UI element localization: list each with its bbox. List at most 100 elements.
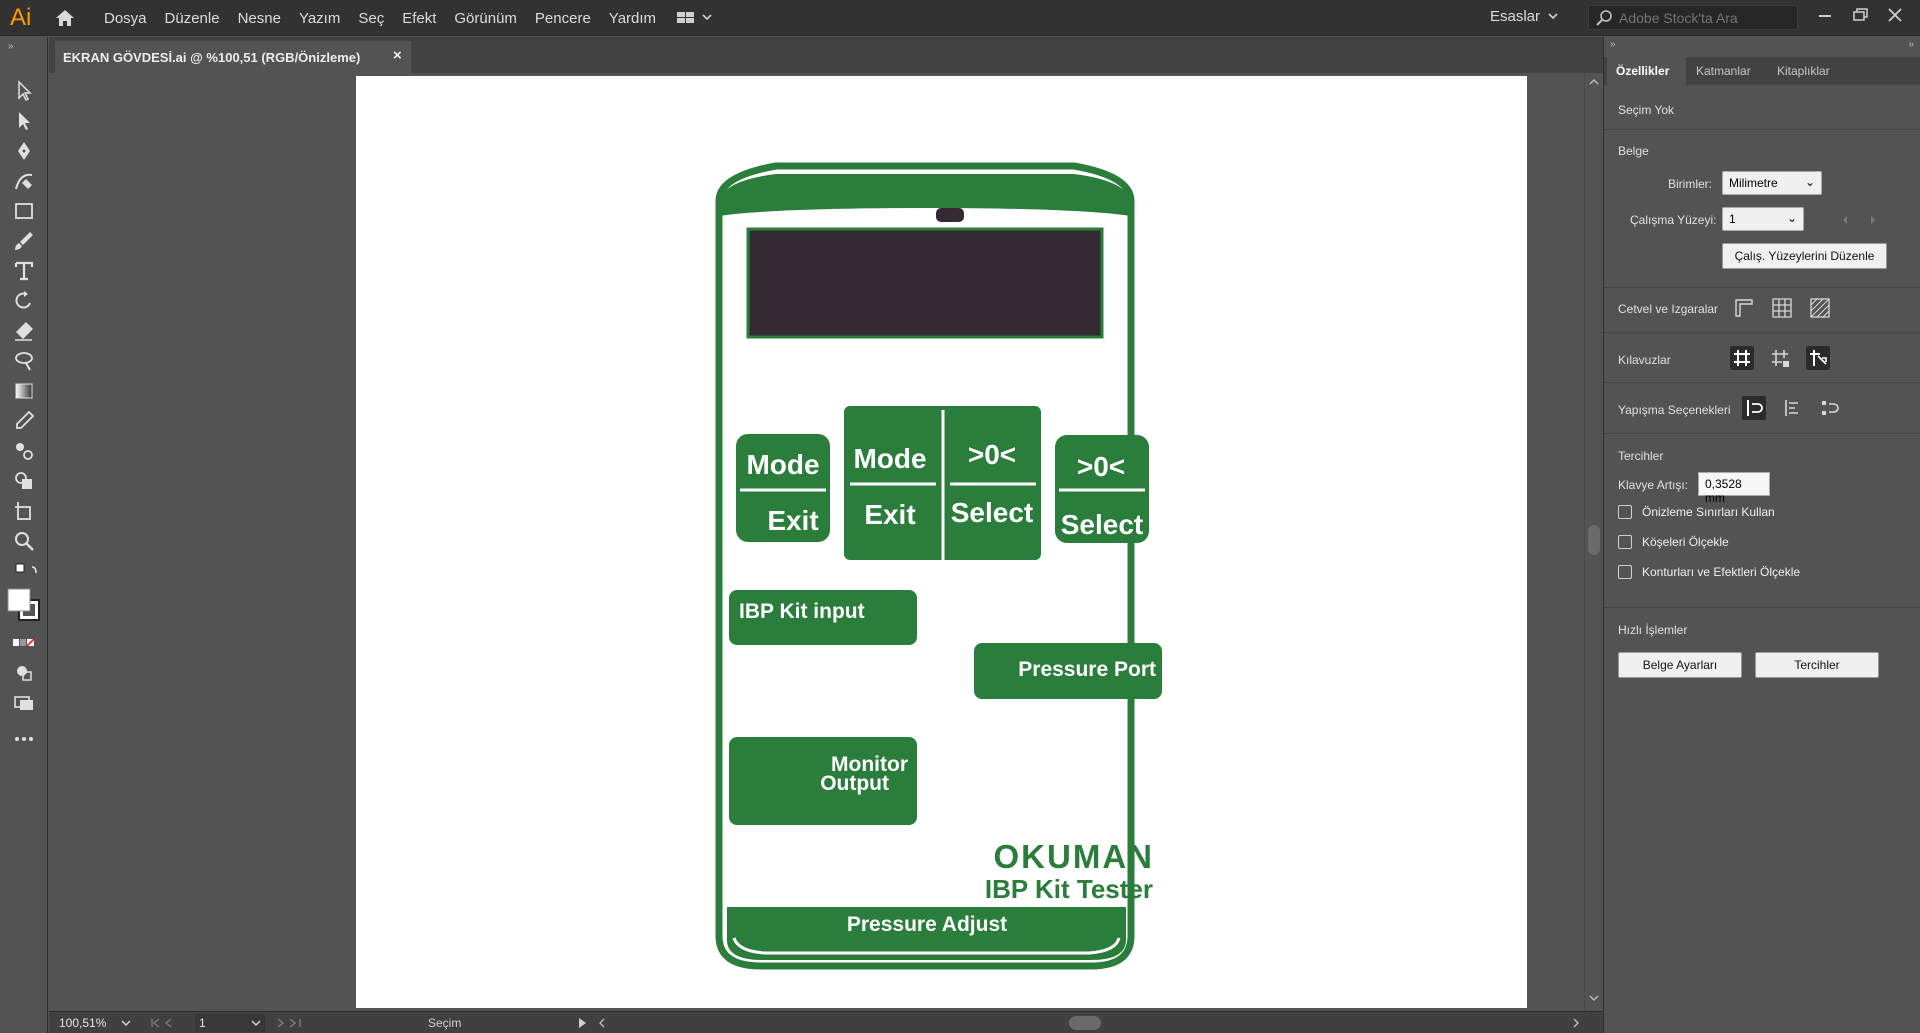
document-settings-button[interactable]: Belge Ayarları	[1618, 652, 1742, 678]
scale-strokes-label: Konturları ve Efektleri Ölçekle	[1642, 565, 1801, 579]
units-label: Birimler:	[1668, 177, 1712, 191]
menu-yardim[interactable]: Yardım	[609, 10, 656, 27]
stock-search-input[interactable]	[1619, 8, 1789, 28]
pressure-adjust-label: Pressure Adjust	[847, 913, 1007, 936]
transparency-grid-icon[interactable]	[1808, 296, 1832, 320]
device-artwork[interactable]: Mode Exit Mode Exit >0< Select >0< Selec…	[356, 76, 1527, 1008]
chevron-down-icon[interactable]	[1547, 10, 1559, 22]
menu-dosya[interactable]: Dosya	[104, 10, 147, 27]
artboard-chevron-icon[interactable]	[251, 1018, 261, 1028]
draw-mode-icon[interactable]	[12, 661, 36, 685]
zoom-tool-icon[interactable]	[12, 529, 36, 553]
menu-pencere[interactable]: Pencere	[535, 10, 591, 27]
gradient-tool-icon[interactable]	[12, 379, 36, 403]
stock-search	[1588, 5, 1798, 30]
home-icon[interactable]	[54, 8, 76, 28]
device-screen	[746, 227, 1104, 339]
scroll-right-icon[interactable]	[1571, 1017, 1581, 1029]
edit-artboards-button[interactable]: Çalış. Yüzeylerini Düzenle	[1722, 243, 1887, 269]
panel-grip-icon[interactable]: »	[1610, 39, 1616, 50]
menu-duzenle[interactable]: Düzenle	[165, 10, 220, 27]
use-preview-bounds-checkbox[interactable]	[1618, 505, 1632, 519]
tab-kitapliklar[interactable]: Kitaplıklar	[1777, 64, 1830, 78]
panel-grip-icon[interactable]: »	[8, 41, 14, 52]
scroll-left-icon[interactable]	[597, 1017, 607, 1029]
selection-tool-icon[interactable]	[12, 79, 36, 103]
vertical-scrollbar[interactable]	[1584, 73, 1603, 1011]
lasso-tool-icon[interactable]	[12, 349, 36, 373]
menu-sec[interactable]: Seç	[358, 10, 384, 27]
artboard-tool-icon[interactable]	[12, 499, 36, 523]
document-tab[interactable]: EKRAN GÖVDESİ.ai @ %100,51 (RGB/Önizleme…	[55, 41, 411, 73]
scale-strokes-checkbox[interactable]	[1618, 565, 1632, 579]
show-guides-icon[interactable]	[1730, 346, 1754, 370]
units-dropdown[interactable]: Milimetre ⌄	[1722, 171, 1822, 195]
menu-efekt[interactable]: Efekt	[402, 10, 436, 27]
close-tab-icon[interactable]: ×	[393, 47, 402, 64]
use-preview-bounds-label: Önizleme Sınırları Kullan	[1642, 505, 1775, 519]
restore-icon[interactable]	[1851, 6, 1871, 24]
eyedropper-tool-icon[interactable]	[12, 409, 36, 433]
canvas-area[interactable]: Mode Exit Mode Exit >0< Select >0< Selec…	[49, 73, 1585, 1011]
app-logo: Ai	[10, 4, 32, 31]
paintbrush-tool-icon[interactable]	[12, 229, 36, 253]
preferences-button[interactable]: Tercihler	[1755, 652, 1879, 678]
rotate-tool-icon[interactable]	[12, 289, 36, 313]
horizontal-scroll-thumb[interactable]	[1069, 1016, 1101, 1030]
direct-selection-tool-icon[interactable]	[12, 109, 36, 133]
tab-katmanlar[interactable]: Katmanlar	[1696, 64, 1751, 78]
eraser-tool-icon[interactable]	[12, 319, 36, 343]
menu-nesne[interactable]: Nesne	[238, 10, 281, 27]
document-tab-title: EKRAN GÖVDESİ.ai @ %100,51 (RGB/Önizleme…	[63, 50, 361, 65]
grid-icon[interactable]	[1770, 296, 1794, 320]
blend-tool-icon[interactable]	[12, 439, 36, 463]
fill-stroke-swatch-icon[interactable]	[6, 587, 42, 623]
quick-actions-title: Hızlı İşlemler	[1618, 623, 1688, 637]
chevron-down-icon: ⌄	[1804, 175, 1815, 189]
rectangle-tool-icon[interactable]	[12, 199, 36, 223]
btn-select-small-bottom: Select	[1061, 509, 1144, 540]
zoom-chevron-icon[interactable]	[121, 1018, 131, 1028]
curvature-tool-icon[interactable]	[12, 169, 36, 193]
scale-corners-checkbox[interactable]	[1618, 535, 1632, 549]
vertical-scroll-thumb[interactable]	[1588, 525, 1600, 555]
properties-panel: » » Özellikler Katmanlar Kitaplıklar Seç…	[1603, 37, 1920, 1033]
panel-collapse-icon[interactable]: »	[1908, 39, 1914, 50]
type-tool-icon[interactable]	[12, 259, 36, 283]
arrange-documents-icon[interactable]	[675, 9, 717, 27]
brand-logo: OKUMAN	[994, 838, 1154, 875]
close-window-icon[interactable]	[1885, 6, 1905, 24]
monitor-output-line2: Output	[820, 772, 889, 795]
artboard[interactable]: Mode Exit Mode Exit >0< Select >0< Selec…	[356, 76, 1527, 1008]
snap-to-point-icon[interactable]	[1742, 396, 1766, 420]
tab-ozellikler[interactable]: Özellikler	[1616, 64, 1669, 78]
lock-guides-icon[interactable]	[1768, 346, 1792, 370]
artboard-nav-icon[interactable]	[1841, 214, 1881, 226]
workspace-switcher[interactable]: Esaslar	[1490, 8, 1540, 25]
first-prev-artboard-icon[interactable]	[149, 1017, 189, 1029]
snap-to-pixel-icon[interactable]	[1780, 396, 1804, 420]
pen-tool-icon[interactable]	[12, 139, 36, 163]
keyboard-increment-input[interactable]: 0,3528 mm	[1698, 472, 1770, 505]
tool-state: Seçim	[428, 1016, 462, 1030]
shape-builder-icon[interactable]	[12, 469, 36, 493]
artboard-dropdown[interactable]: 1 ⌄	[1722, 207, 1804, 231]
main-menu: Dosya Düzenle Nesne Yazım Seç Efekt Görü…	[104, 0, 674, 36]
snap-to-glyph-icon[interactable]	[1818, 396, 1842, 420]
swap-fill-stroke-icon[interactable]	[12, 559, 42, 583]
chevron-down-icon: ⌄	[1786, 211, 1797, 225]
ruler-icon[interactable]	[1732, 296, 1756, 320]
menu-gorunum[interactable]: Görünüm	[454, 10, 517, 27]
smart-guides-icon[interactable]	[1806, 346, 1830, 370]
scroll-down-icon[interactable]	[1588, 993, 1600, 1003]
play-state-icon[interactable]	[577, 1017, 587, 1029]
more-tools-icon[interactable]	[12, 727, 36, 751]
scroll-up-icon[interactable]	[1588, 77, 1600, 87]
btn-select-small-top: >0<	[1077, 451, 1125, 482]
product-name: IBP Kit Tester	[985, 874, 1153, 904]
next-last-artboard-icon[interactable]	[273, 1017, 313, 1029]
color-mode-icon[interactable]	[12, 631, 36, 655]
minimize-icon[interactable]	[1815, 6, 1835, 24]
menu-yazim[interactable]: Yazım	[299, 10, 340, 27]
screen-mode-icon[interactable]	[12, 691, 36, 715]
